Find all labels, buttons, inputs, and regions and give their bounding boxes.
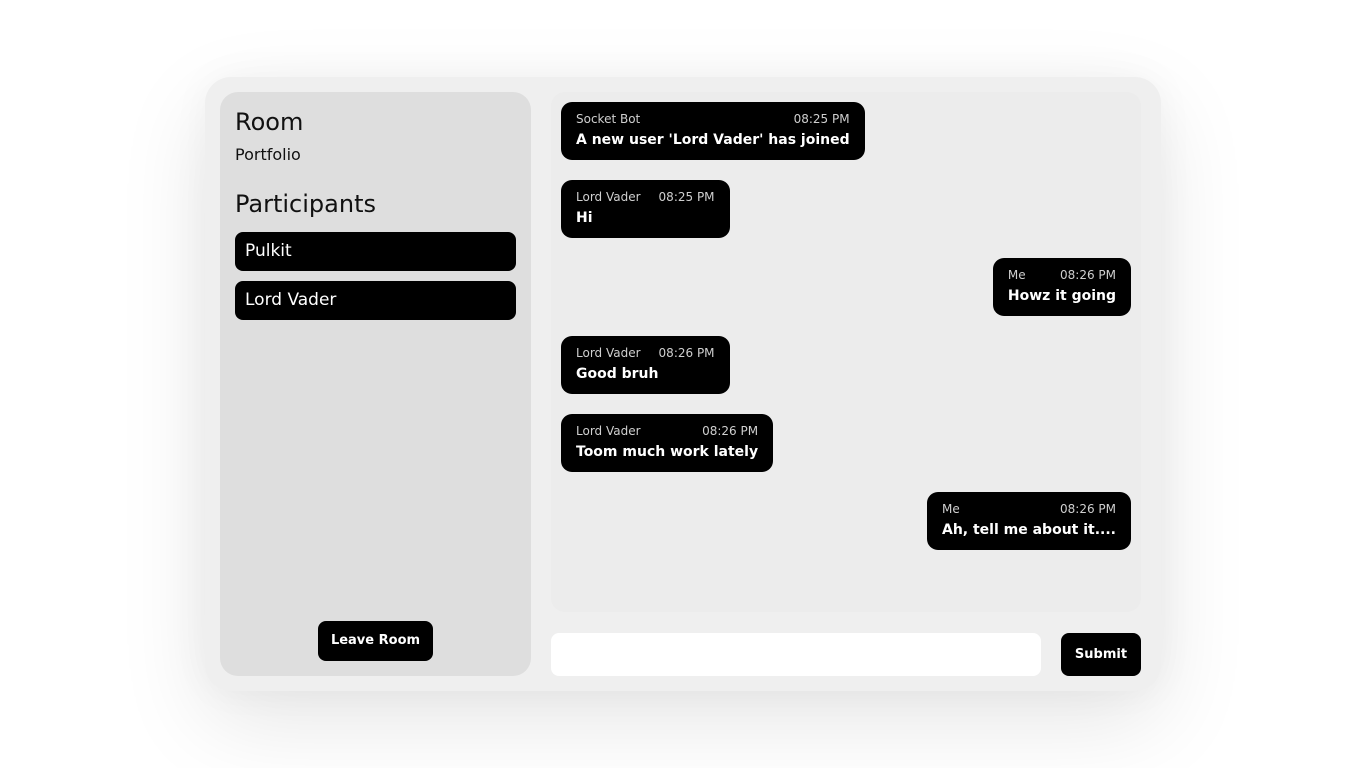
message-time: 08:25 PM: [793, 112, 850, 126]
message-time: 08:26 PM: [1060, 502, 1116, 516]
message-sender: Me: [1007, 268, 1026, 282]
room-heading: Room: [235, 108, 304, 136]
message-text: Ah, tell me about it....: [942, 522, 1116, 538]
message-bubble: Me 08:26 PM Ah, tell me about it....: [927, 492, 1131, 550]
message-list[interactable]: Socket Bot 08:25 PM A new user 'Lord Vad…: [551, 92, 1141, 612]
message-bubble: Lord Vader 08:25 PM Hi: [561, 180, 730, 238]
message-text: Good bruh: [576, 366, 659, 382]
leave-room-button[interactable]: Leave Room: [318, 621, 433, 661]
chat-app: Room Portfolio Participants Pulkit Lord …: [205, 77, 1161, 691]
participant-item[interactable]: Lord Vader: [235, 281, 516, 320]
message-sender: Lord Vader: [576, 346, 641, 360]
message-bubble: Me 08:26 PM Howz it going: [992, 258, 1131, 316]
message-bubble: Lord Vader 08:26 PM Toom much work latel…: [561, 414, 774, 472]
message-input[interactable]: [551, 633, 1041, 676]
message-bubble: Lord Vader 08:26 PM Good bruh: [561, 336, 730, 394]
message-text: Hi: [576, 210, 593, 226]
message-text: A new user 'Lord Vader' has joined: [576, 132, 850, 148]
participant-list: Pulkit Lord Vader: [235, 232, 516, 320]
message-time: 08:25 PM: [658, 190, 715, 204]
message-sender: Lord Vader: [576, 190, 641, 204]
message-time: 08:26 PM: [658, 346, 715, 360]
message-time: 08:26 PM: [702, 424, 759, 438]
message-sender: Socket Bot: [576, 112, 641, 126]
message-sender: Lord Vader: [576, 424, 641, 438]
message-bubble: Socket Bot 08:25 PM A new user 'Lord Vad…: [561, 102, 865, 160]
message-text: Toom much work lately: [576, 444, 759, 460]
room-name: Portfolio: [235, 145, 301, 164]
message-sender: Me: [942, 502, 960, 516]
room-sidebar: Room Portfolio Participants Pulkit Lord …: [220, 92, 531, 676]
message-time: 08:26 PM: [1060, 268, 1116, 282]
participants-heading: Participants: [235, 190, 376, 218]
participant-item[interactable]: Pulkit: [235, 232, 516, 271]
submit-button[interactable]: Submit: [1061, 633, 1141, 676]
message-text: Howz it going: [1007, 288, 1116, 304]
